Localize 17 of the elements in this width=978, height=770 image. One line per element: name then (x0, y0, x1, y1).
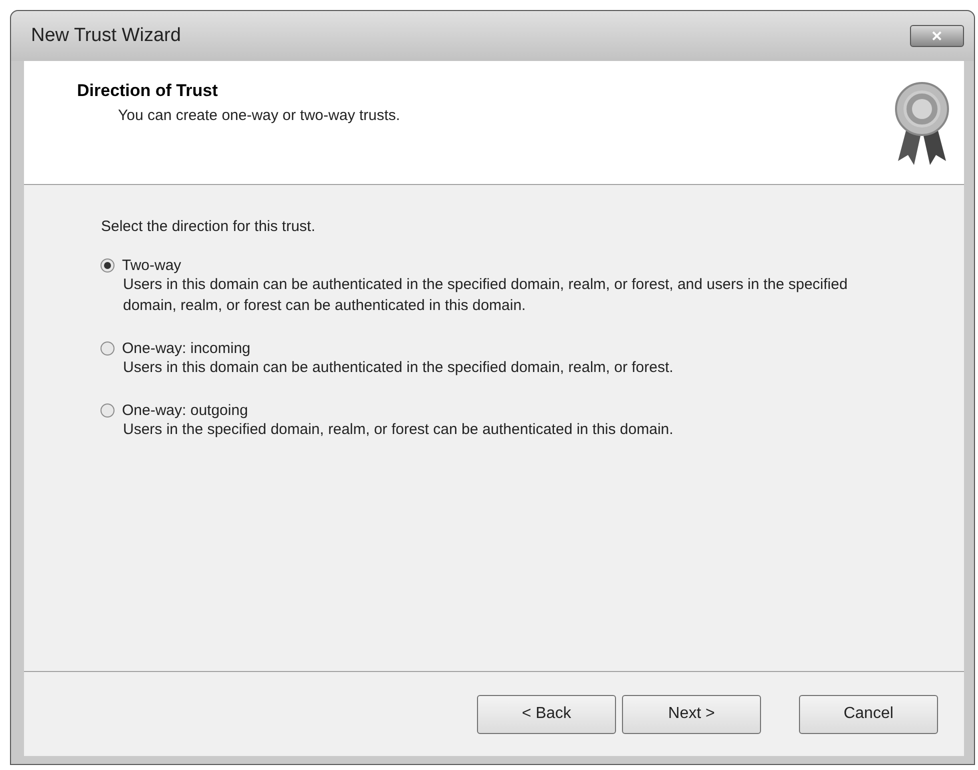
option-description: Users in this domain can be authenticated in the specified domain, realm, or forest, and users in the specified domain, realm, or forest can be authenticated in this domain. (122, 275, 849, 316)
next-button[interactable]: Next > (622, 694, 761, 734)
window-title: New Trust Wizard (31, 25, 181, 47)
option-label[interactable]: One-way: outgoing (122, 402, 248, 419)
option-label[interactable]: Two-way (122, 257, 182, 274)
option-description: Users in this domain can be authenticated in the specified domain, realm, or forest. (122, 358, 674, 378)
page-title: Direction of Trust (77, 81, 219, 101)
option-description: Users in the specified domain, realm, or forest can be authenticated in this domain. (122, 420, 674, 440)
radio-button[interactable] (100, 403, 115, 418)
option-label[interactable]: One-way: incoming (122, 340, 250, 357)
radio-button[interactable] (100, 341, 115, 356)
award-ribbon-icon (894, 81, 950, 167)
radio-button[interactable] (100, 258, 115, 273)
prompt-text: Select the direction for this trust. (101, 218, 316, 235)
back-button[interactable]: < Back (477, 694, 616, 734)
cancel-button[interactable]: Cancel (799, 694, 938, 734)
page-subtitle: You can create one-way or two-way trusts. (117, 107, 400, 124)
